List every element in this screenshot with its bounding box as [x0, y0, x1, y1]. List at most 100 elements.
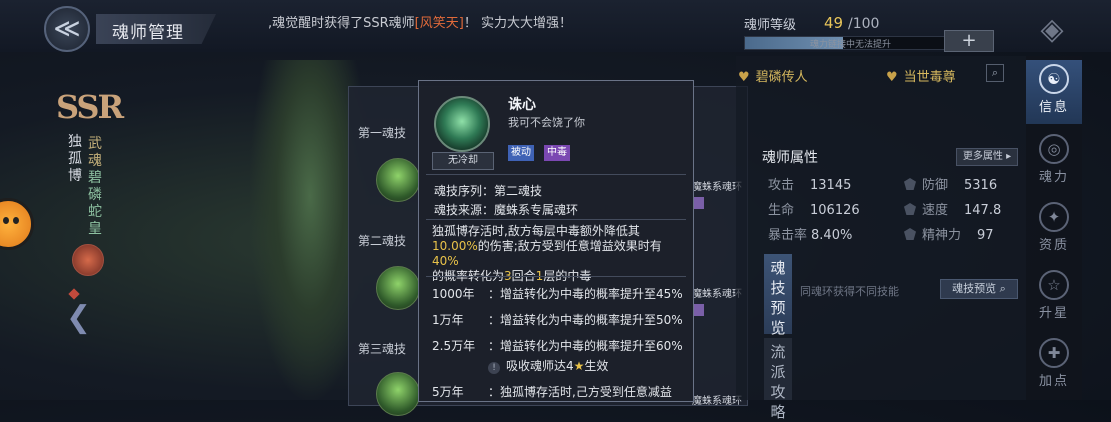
diamond-menu-icon[interactable]: ◈: [1030, 8, 1074, 52]
cooldown-badge: 无冷却: [432, 152, 494, 170]
nav-label: 加点: [1038, 374, 1069, 389]
speed-icon: [904, 203, 916, 215]
add-point-icon: ✚: [1039, 338, 1069, 368]
nav-label: 信息: [1038, 100, 1069, 115]
stat-speed: 速度 147.8: [904, 199, 1001, 218]
level-current: 49: [824, 14, 844, 32]
hero-martial-soul: 武魂 碧磷蛇皇: [86, 136, 104, 238]
element-avatar-icon[interactable]: [72, 244, 104, 276]
skill-1-icon[interactable]: [376, 158, 420, 202]
stat-crit: 暴击率 8.40%: [768, 224, 852, 243]
search-icon[interactable]: ⌕: [986, 64, 1004, 82]
level-up-button[interactable]: +: [944, 30, 994, 52]
divider: [426, 174, 686, 175]
divider: [426, 276, 686, 277]
nav-label: 升星: [1038, 306, 1069, 321]
upgrade-text: 增益转化为中毒的概率提升至45%: [500, 287, 683, 301]
marquee-pre: ,魂觉醒时获得了SSR魂师: [268, 16, 415, 31]
level-max: /100: [848, 16, 880, 32]
strategy-tab[interactable]: 流派攻略: [764, 338, 792, 421]
desc-highlight: 10.00%: [432, 239, 478, 253]
divider: [426, 219, 686, 220]
more-attributes-button[interactable]: 更多属性 ▸: [956, 148, 1018, 166]
requirement-pre: 吸收魂师达4: [506, 359, 574, 373]
skill-row-label: 第一魂技: [358, 126, 407, 140]
stat-defense: 防御 5316: [904, 174, 997, 193]
star-up-icon: ☆: [1039, 270, 1069, 300]
previous-hero-chevron-icon[interactable]: ❮: [66, 300, 91, 335]
mascot-icon[interactable]: [0, 198, 34, 250]
nav-add-point[interactable]: ✚ 加点: [1026, 334, 1082, 398]
martial-soul-name: 碧磷蛇皇: [88, 170, 102, 237]
skill-3-icon[interactable]: [376, 372, 420, 416]
tag-poison: 中毒: [544, 145, 570, 161]
skill-order: 魂技序列：第二魂技: [434, 182, 542, 199]
nav-label: 魂力: [1038, 170, 1069, 185]
requirement-post: 生效: [584, 359, 609, 373]
stat-value: 5316: [964, 178, 998, 193]
skill-2-icon[interactable]: [376, 266, 420, 310]
ring-preview-label: 魂技预览: [952, 282, 997, 295]
hero-name: 独孤博: [68, 134, 82, 184]
defense-icon: [904, 178, 916, 190]
soul-power-icon: ◎: [1039, 134, 1069, 164]
ring-hint: 同魂环获得不同技能: [800, 285, 899, 298]
skill-quote: 我可不会饶了你: [508, 116, 585, 129]
stat-value: 97: [977, 228, 994, 243]
stat-value: 8.40%: [811, 228, 853, 243]
fetter-2-label: 当世毒尊: [903, 70, 956, 85]
upgrade-text: 独孤博存活时,己方受到任意减益: [500, 385, 672, 399]
ring-tag: [694, 197, 704, 209]
martial-soul-label: 武魂: [88, 136, 102, 169]
skill-heart-icon: [434, 96, 490, 152]
stat-name: 暴击率: [768, 228, 808, 243]
skill-ring-name: 魔蛛系魂环: [692, 182, 742, 193]
nav-aptitude[interactable]: ✦ 资质: [1026, 198, 1082, 262]
stat-value: 13145: [810, 178, 852, 193]
fetter-2[interactable]: ♥ 当世毒尊: [886, 66, 956, 85]
aptitude-icon: ✦: [1039, 202, 1069, 232]
upgrade-text: 增益转化为中毒的概率提升至60%: [500, 339, 683, 353]
stat-name: 防御: [922, 178, 949, 193]
nav-star-up[interactable]: ☆ 升星: [1026, 266, 1082, 330]
page-title: 魂师管理: [112, 23, 184, 43]
level-label: 魂师等级: [744, 18, 797, 33]
stat-name: 攻击: [768, 178, 795, 193]
nav-soul-power[interactable]: ◎ 魂力: [1026, 130, 1082, 194]
upgrade-year: 1000年: [432, 287, 475, 301]
upgrade-year: 2.5万年: [432, 339, 476, 353]
spirit-icon: [904, 228, 916, 240]
upgrade-requirement: ! 吸收魂师达4★生效: [488, 357, 608, 374]
stat-name: 速度: [922, 203, 949, 218]
skill-row-label: 第二魂技: [358, 234, 407, 248]
fetter-1-label: 碧磷传人: [755, 70, 808, 85]
skill-preview-tab[interactable]: 魂技预览: [764, 254, 792, 337]
ring-tag: [694, 304, 704, 316]
marquee-hero-name: [风笑天]: [414, 16, 464, 31]
info-icon: ☯: [1039, 64, 1069, 94]
skill-name: 诛心: [508, 97, 536, 113]
skill-order-value: 第二魂技: [494, 184, 543, 198]
upgrade-year: 5万年: [432, 385, 464, 399]
back-arrow-icon: ≪: [53, 14, 81, 44]
announcement-marquee: ,魂觉醒时获得了SSR魂师[风笑天]！ 实力大大增强！: [268, 12, 572, 31]
warning-icon: !: [488, 362, 500, 374]
stat-spirit: 精神力 97: [904, 224, 994, 243]
skill-source-label: 魂技来源：: [434, 203, 495, 217]
ring-preview-button[interactable]: 魂技预览 ⌕: [940, 279, 1018, 299]
back-button[interactable]: ≪: [44, 6, 90, 52]
stat-attack: 攻击 13145: [768, 174, 851, 193]
desc-text: 独孤博存活时,敌方每层中毒额外降低其: [432, 224, 640, 238]
upgrade-year: 1万年: [432, 313, 464, 327]
nav-info[interactable]: ☯ 信息: [1026, 60, 1082, 124]
upgrade-row: 1万年 ：增益转化为中毒的概率提升至50%: [432, 313, 683, 327]
rarity-badge: SSR: [56, 88, 124, 126]
stat-value: 147.8: [964, 203, 1002, 218]
nav-label: 资质: [1038, 238, 1069, 253]
skill-source-value: 魔蛛系专属魂环: [494, 203, 579, 217]
skill-source: 魂技来源：魔蛛系专属魂环: [434, 201, 578, 218]
desc-highlight: 40%: [432, 254, 459, 268]
tag-passive: 被动: [508, 145, 534, 161]
stat-name: 生命: [768, 203, 795, 218]
fetter-1[interactable]: ♥ 碧磷传人: [738, 66, 808, 85]
